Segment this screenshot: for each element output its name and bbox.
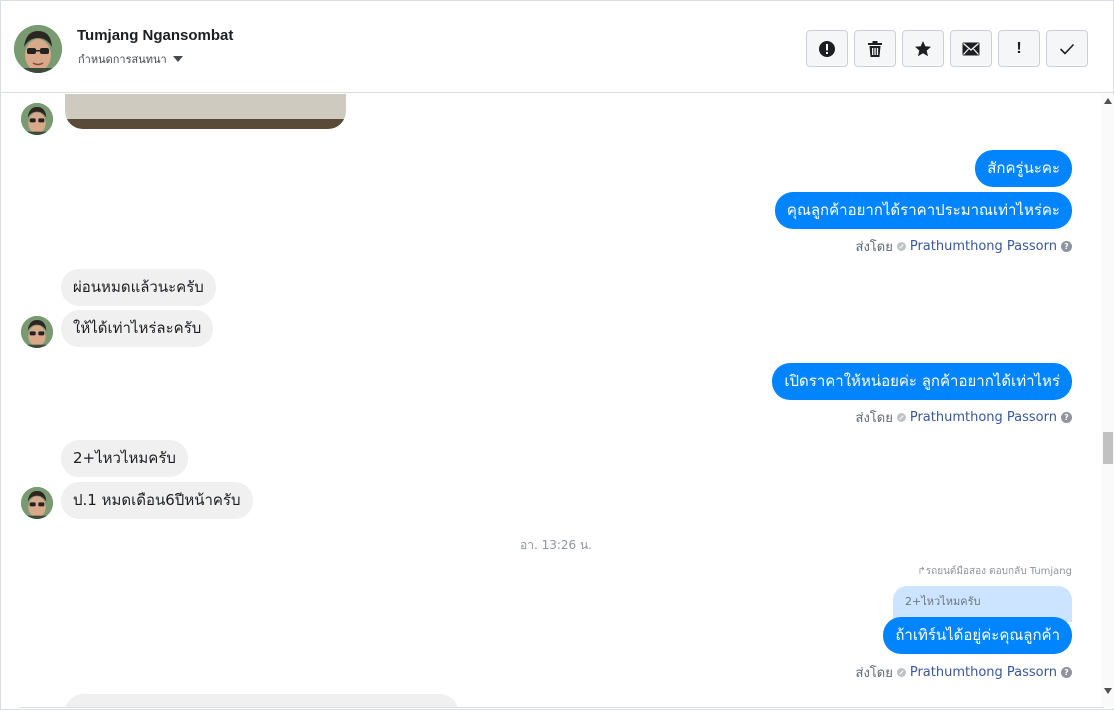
inbox-conversation-panel: Tumjang Ngansombat กำหนดการสนทนา ! สักคร… [0,0,1114,710]
sent-by-row: ส่งโดย Prathumthong Passorn ? [856,662,1072,683]
reply-context-note: ↱รถยนต์มือสอง ตอบกลับ Tumjang [917,566,1072,577]
outgoing-message[interactable]: เปิดราคาให้หน่อยค่ะ ลูกค้าอยากได้เท่าไหร… [772,363,1072,400]
incoming-message[interactable]: ผ่อนหมดแล้วนะครับ [61,269,216,306]
sent-by-prefix: ส่งโดย [855,411,893,426]
mark-important-button[interactable]: ! [998,30,1040,67]
assign-label: กำหนดการสนทนา [78,53,167,66]
mark-done-button[interactable] [1046,30,1088,67]
delete-button[interactable] [854,30,896,67]
check-icon [1059,43,1075,55]
exclamation-icon: ! [1016,39,1022,57]
trash-icon [868,40,882,57]
sent-by-prefix: ส่งโดย [855,666,893,681]
conversation-toolbar: ! [806,30,1088,67]
message-timestamp: อา. 13:26 น. [520,538,592,552]
outgoing-message[interactable]: สักครู่นะคะ [975,150,1072,187]
alert-icon [819,40,835,57]
help-icon[interactable]: ? [1061,667,1072,678]
agent-name-link[interactable]: Prathumthong Passorn [910,239,1057,254]
contact-avatar-small[interactable] [21,487,53,519]
help-icon[interactable]: ? [1061,241,1072,252]
caret-down-icon [172,56,183,62]
agent-name-link[interactable]: Prathumthong Passorn [910,665,1057,680]
contact-avatar-small[interactable] [21,103,53,135]
agent-badge-icon [896,668,906,677]
conversation-header: Tumjang Ngansombat กำหนดการสนทนา ! [1,1,1113,93]
incoming-message[interactable]: 2+ไหวไหมครับ [61,440,188,477]
image-attachment-shade [65,119,346,129]
incoming-message[interactable]: ป.1 หมดเดือน6ปีหน้าครับ [61,482,253,519]
agent-badge-icon [896,242,906,251]
outgoing-message[interactable]: ถ้าเทิร์นได้อยู่ค่ะคุณลูกค้า [883,617,1072,654]
agent-name-link[interactable]: Prathumthong Passorn [910,410,1057,425]
sent-by-row: ส่งโดย Prathumthong Passorn ? [856,236,1072,257]
scroll-down-arrow-icon[interactable] [1104,688,1112,694]
sent-by-row: ส่งโดย Prathumthong Passorn ? [856,407,1072,428]
contact-avatar-small[interactable] [21,316,53,348]
incoming-message[interactable]: ให้ได้เท่าไหร่ละครับ [61,310,214,347]
composer-divider [19,707,1104,708]
outgoing-message[interactable]: คุณลูกค้าอยากได้ราคาประมาณเท่าไหร่คะ [774,192,1072,229]
scrollbar-thumb[interactable] [1103,432,1113,464]
contact-avatar[interactable] [14,25,62,73]
incoming-message-partial[interactable] [65,694,458,708]
contact-name[interactable]: Tumjang Ngansombat [77,27,233,44]
help-icon[interactable]: ? [1061,412,1072,423]
star-icon [915,40,931,56]
image-attachment[interactable] [65,94,346,129]
agent-badge-icon [896,413,906,422]
star-button[interactable] [902,30,944,67]
message-thread[interactable]: สักครู่นะคะ คุณลูกค้าอยากได้ราคาประมาณเท… [1,94,1101,708]
thread-scrollbar[interactable] [1101,94,1114,708]
mark-spam-button[interactable] [806,30,848,67]
mark-unread-button[interactable] [950,30,992,67]
scroll-up-arrow-icon[interactable] [1104,98,1112,104]
envelope-icon [962,42,980,55]
assign-conversation-dropdown[interactable]: กำหนดการสนทนา [78,50,183,68]
sent-by-prefix: ส่งโดย [855,240,893,255]
